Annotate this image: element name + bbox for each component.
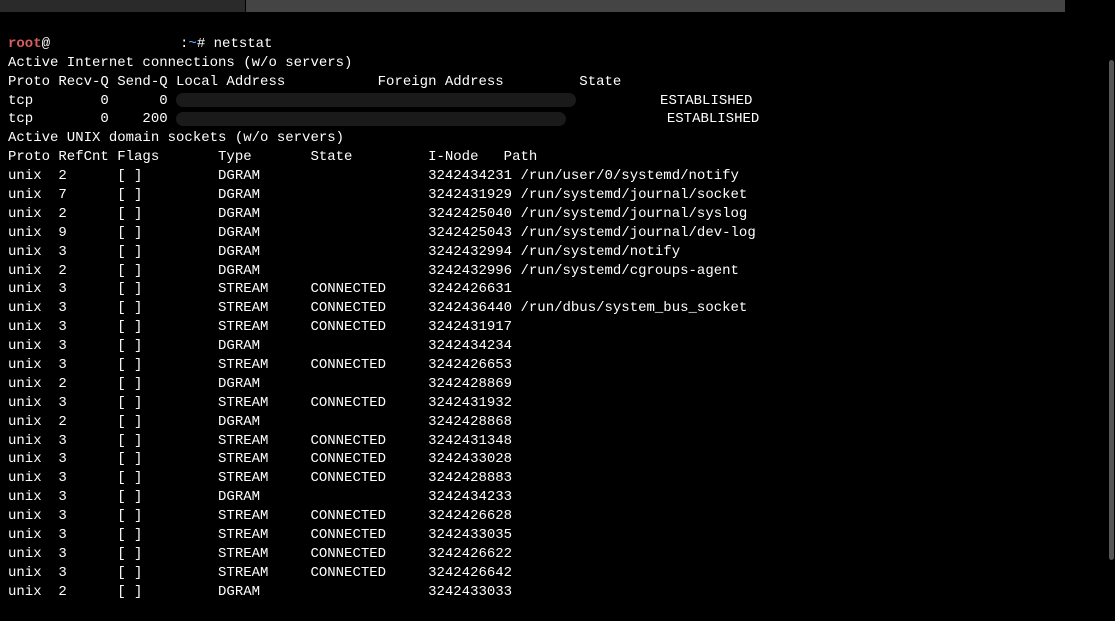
- command-text: netstat: [214, 36, 273, 52]
- unix-row: unix 3 [ ] DGRAM 3242434234: [8, 337, 1107, 356]
- terminal-tab-active[interactable]: [246, 0, 1065, 12]
- terminal-tab-inactive[interactable]: [0, 0, 245, 12]
- unix-row: unix 9 [ ] DGRAM 3242425043 /run/systemd…: [8, 224, 1107, 243]
- tcp-row-1: tcp 0 200 ESTABLISHED: [8, 111, 759, 127]
- output-header-inet: Active Internet connections (w/o servers…: [8, 55, 352, 71]
- unix-row: unix 2 [ ] DGRAM 3242433033: [8, 583, 1107, 602]
- unix-row: unix 3 [ ] STREAM CONNECTED 3242431348: [8, 432, 1107, 451]
- output-header-unix: Active UNIX domain sockets (w/o servers): [8, 130, 344, 146]
- unix-row: unix 3 [ ] STREAM CONNECTED 3242433028: [8, 450, 1107, 469]
- unix-row: unix 3 [ ] DGRAM 3242432994 /run/systemd…: [8, 243, 1107, 262]
- output-cols-unix: Proto RefCnt Flags Type State I-Node Pat…: [8, 149, 537, 165]
- tcp-row-prefix: tcp 0 0: [8, 93, 176, 109]
- space: [576, 93, 660, 109]
- unix-row: unix 3 [ ] STREAM CONNECTED 3242426631: [8, 280, 1107, 299]
- unix-row: unix 2 [ ] DGRAM 3242428868: [8, 413, 1107, 432]
- tcp-state: ESTABLISHED: [667, 111, 759, 127]
- terminal-tab-bar: [0, 0, 1115, 14]
- tcp-row-prefix: tcp 0 200: [8, 111, 176, 127]
- unix-row: unix 3 [ ] STREAM CONNECTED 3242431932: [8, 394, 1107, 413]
- unix-row: unix 3 [ ] STREAM CONNECTED 3242428883: [8, 469, 1107, 488]
- unix-row: unix 2 [ ] DGRAM 3242432996 /run/systemd…: [8, 262, 1107, 281]
- output-cols-inet: Proto Recv-Q Send-Q Local Address Foreig…: [8, 74, 621, 90]
- prompt-user: root: [8, 36, 42, 52]
- terminal-output[interactable]: root@:~# netstat Active Internet connect…: [8, 16, 1107, 621]
- unix-row: unix 3 [ ] DGRAM 3242434233: [8, 488, 1107, 507]
- prompt-path: ~: [188, 36, 196, 52]
- unix-row: unix 3 [ ] STREAM CONNECTED 3242431917: [8, 318, 1107, 337]
- scrollbar-thumb[interactable]: [1109, 60, 1114, 560]
- prompt-line: root@:~# netstat: [8, 36, 272, 52]
- unix-row: unix 3 [ ] STREAM CONNECTED 3242426653: [8, 356, 1107, 375]
- unix-row: unix 3 [ ] STREAM CONNECTED 3242426642: [8, 564, 1107, 583]
- space: [566, 111, 667, 127]
- tcp-addr-redacted: [176, 93, 576, 107]
- tcp-row-0: tcp 0 0 ESTABLISHED: [8, 93, 752, 109]
- prompt-host-redacted: [50, 36, 180, 50]
- tcp-state: ESTABLISHED: [660, 93, 752, 109]
- unix-row: unix 3 [ ] STREAM CONNECTED 3242426622: [8, 545, 1107, 564]
- tcp-addr-redacted: [176, 112, 566, 126]
- prompt-at: @: [42, 36, 50, 52]
- unix-row: unix 7 [ ] DGRAM 3242431929 /run/systemd…: [8, 186, 1107, 205]
- unix-row: unix 3 [ ] STREAM CONNECTED 3242436440 /…: [8, 299, 1107, 318]
- prompt-symbol: #: [197, 36, 214, 52]
- unix-rows-container: unix 2 [ ] DGRAM 3242434231 /run/user/0/…: [8, 167, 1107, 601]
- unix-row: unix 2 [ ] DGRAM 3242428869: [8, 375, 1107, 394]
- unix-row: unix 3 [ ] STREAM CONNECTED 3242433035: [8, 526, 1107, 545]
- unix-row: unix 2 [ ] DGRAM 3242425040 /run/systemd…: [8, 205, 1107, 224]
- unix-row: unix 2 [ ] DGRAM 3242434231 /run/user/0/…: [8, 167, 1107, 186]
- unix-row: unix 3 [ ] STREAM CONNECTED 3242426628: [8, 507, 1107, 526]
